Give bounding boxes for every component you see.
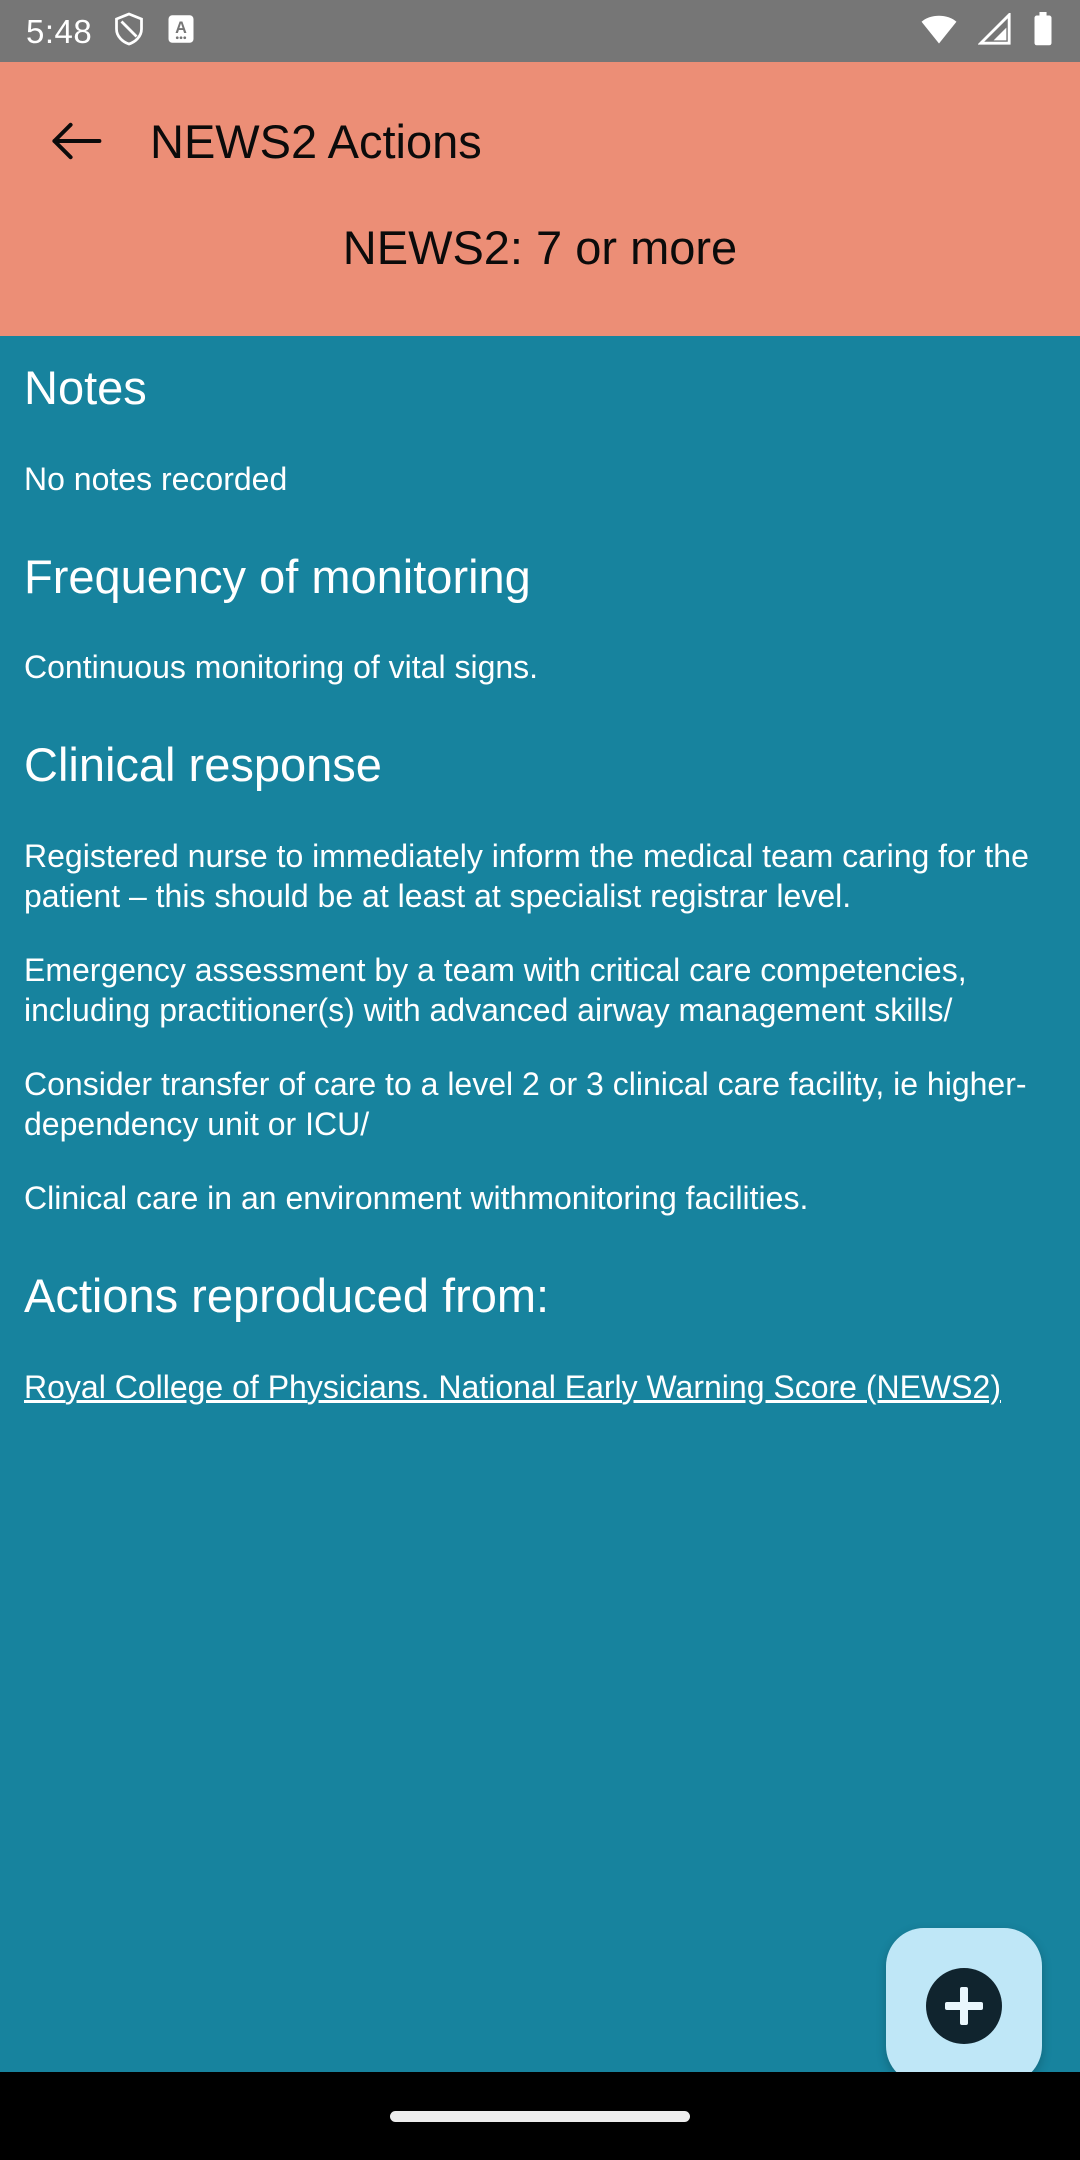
arrow-left-icon [52, 122, 102, 160]
app-bar-row: NEWS2 Actions [0, 62, 1080, 192]
app-badge-a-icon: A [166, 12, 196, 51]
clinical-response-paragraph: Registered nurse to immediately inform t… [24, 837, 1029, 914]
page-subtitle: NEWS2: 7 or more [342, 221, 738, 274]
status-bar-right [920, 10, 1054, 51]
add-button[interactable] [886, 1928, 1042, 2084]
clinical-response-paragraph: Clinical care in an environment withmoni… [24, 1179, 809, 1216]
battery-icon [1032, 11, 1054, 51]
plus-icon [926, 1968, 1002, 2044]
phone-screen: 5:48 A NEWS2 Actions NEWS2: 7 or more No… [0, 0, 1080, 2160]
frequency-of-monitoring-text: Continuous monitoring of vital signs. [24, 649, 539, 686]
notes-empty-text: No notes recorded [24, 460, 288, 497]
source-reference-link[interactable]: Royal College of Physicians. National Ea… [24, 1369, 1001, 1405]
section-heading-notes: Notes [24, 361, 147, 414]
svg-text:A: A [175, 18, 187, 36]
page-title: NEWS2 Actions [150, 114, 482, 168]
status-bar-left: 5:48 A [26, 12, 196, 51]
system-navigation-bar [0, 2072, 1080, 2160]
status-bar-clock: 5:48 [26, 12, 93, 50]
section-heading-frequency-of-monitoring: Frequency of monitoring [24, 549, 531, 603]
section-heading-actions-reproduced-from: Actions reproduced from: [24, 1268, 550, 1322]
back-button[interactable] [44, 109, 108, 173]
section-heading-clinical-response: Clinical response [24, 738, 382, 792]
content-scroll-area[interactable]: Notes No notes recorded Frequency of mon… [0, 336, 1080, 2072]
wifi-icon [920, 13, 958, 50]
shield-icon [114, 12, 144, 51]
cellular-signal-icon [977, 10, 1012, 50]
clinical-response-paragraph: Consider transfer of care to a level 2 o… [24, 1065, 1027, 1142]
clinical-response-paragraph: Emergency assessment by a team with crit… [24, 951, 967, 1028]
home-indicator[interactable] [390, 2110, 690, 2122]
app-bar: NEWS2 Actions NEWS2: 7 or more [0, 62, 1080, 336]
status-bar: 5:48 A [0, 0, 1080, 62]
